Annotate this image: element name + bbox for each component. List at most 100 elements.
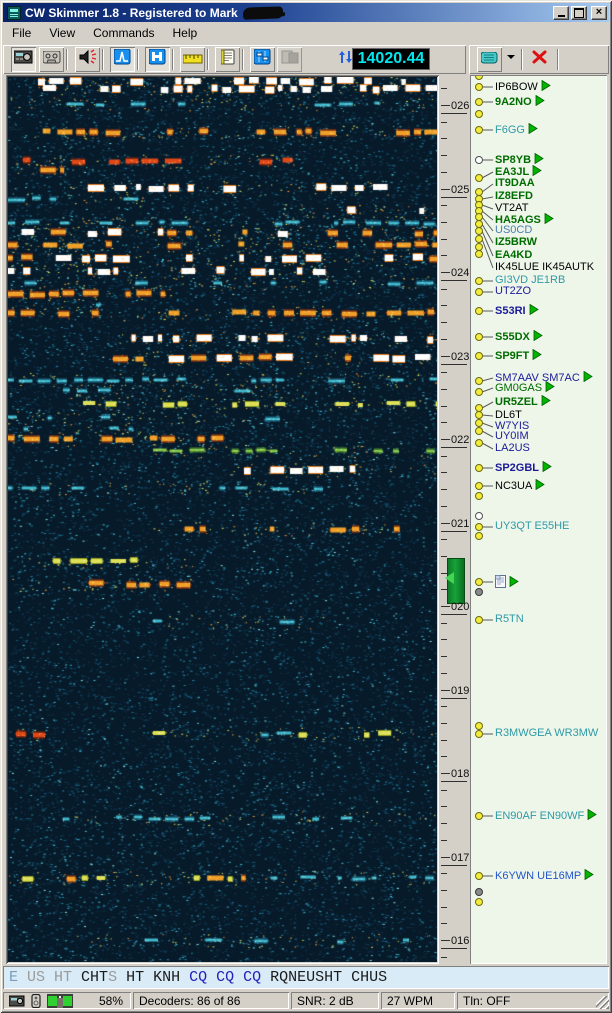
play-arrow-icon[interactable] — [542, 460, 552, 476]
play-arrow-icon[interactable] — [533, 329, 543, 345]
decoded-token: US — [27, 969, 55, 986]
delete-button[interactable] — [527, 47, 552, 72]
station-ip6bow[interactable]: IP6BOW — [495, 79, 551, 95]
play-arrow-icon[interactable] — [541, 79, 551, 95]
scale-minor-tick — [441, 238, 447, 240]
callsign-label: UY3QT E55HE — [495, 520, 570, 532]
scale-minor-tick — [441, 806, 447, 808]
status-cell-wpm: 27 WPM — [381, 992, 455, 1009]
log-button[interactable] — [215, 47, 240, 72]
station-gm0gas[interactable]: GM0GAS — [495, 380, 555, 396]
frequency-updown-icon[interactable] — [337, 49, 352, 70]
station-sp9ft[interactable]: SP9FT — [495, 348, 542, 364]
scale-minor-tick — [441, 656, 447, 658]
play-arrow-icon[interactable] — [529, 303, 539, 319]
scale-minor-tick — [441, 322, 447, 324]
cassette-button[interactable] — [39, 47, 64, 72]
speaker-icon — [79, 49, 97, 70]
app-window: CW Skimmer 1.8 - Registered to Mark × Fi… — [0, 0, 612, 1013]
play-arrow-icon[interactable] — [535, 478, 546, 494]
station-en90af[interactable]: EN90AF EN90WF — [495, 808, 598, 824]
station-r5tn[interactable]: R5TN — [495, 613, 524, 626]
play-arrow-icon[interactable] — [587, 808, 598, 824]
scale-tick-underline — [441, 113, 467, 114]
station-it9daa[interactable]: IT9DAA — [495, 177, 535, 190]
speaker-column-icon — [31, 993, 41, 1009]
maximize-button[interactable] — [571, 5, 587, 20]
menu-file[interactable]: File — [3, 24, 40, 42]
scale-minor-tick — [441, 171, 447, 173]
telnet-dropdown-icon[interactable] — [507, 55, 515, 59]
scale-minor-tick — [441, 489, 447, 491]
scale-label: 017 — [451, 851, 470, 864]
waterfall-display[interactable] — [8, 77, 437, 962]
play-arrow-icon[interactable] — [545, 380, 555, 396]
callsign-label: SP2GBL — [495, 462, 540, 474]
resize-grip[interactable] — [596, 996, 609, 1009]
station-iz5brw[interactable]: IZ5BRW — [495, 236, 537, 249]
station-k6ywn[interactable]: K6YWN UE16MP — [495, 868, 594, 884]
scale-minor-tick — [441, 121, 447, 123]
scale-minor-tick — [441, 622, 447, 624]
station-r3mwgea[interactable]: R3MWGEA WR3MW — [495, 727, 598, 740]
callsign-label: IZ5BRW — [495, 236, 537, 248]
station-ut2zo[interactable]: UT2ZO — [495, 285, 531, 298]
close-button[interactable]: × — [591, 5, 607, 20]
radio-button[interactable] — [11, 47, 36, 72]
station-ur5zel[interactable]: UR5ZEL — [495, 394, 551, 410]
status-cell-decoders: Decoders: 86 of 86 — [133, 992, 289, 1009]
speaker-button[interactable] — [75, 47, 100, 72]
panels-button[interactable] — [277, 47, 302, 72]
spectrum-button[interactable] — [110, 47, 135, 72]
scale-tick-underline — [441, 447, 467, 448]
panels-icon — [281, 49, 299, 70]
scale-label: 021 — [451, 517, 470, 530]
play-arrow-icon[interactable] — [541, 394, 551, 410]
ruler-button[interactable] — [180, 47, 205, 72]
menu-view[interactable]: View — [40, 24, 84, 42]
play-arrow-icon[interactable] — [544, 212, 554, 228]
station-uy3qt[interactable]: UY3QT E55HE — [495, 520, 569, 533]
waterfall-button[interactable] — [145, 47, 170, 72]
menu-commands[interactable]: Commands — [84, 24, 163, 42]
redacted-name — [242, 5, 283, 20]
station-nc3ua[interactable]: NC3UA — [495, 478, 546, 494]
menu-help[interactable]: Help — [164, 24, 207, 42]
decoded-token: CQ — [216, 969, 244, 986]
scale-major-tick — [441, 439, 450, 440]
decoded-token: S — [108, 969, 127, 986]
station-sp2gbl[interactable]: SP2GBL — [495, 460, 552, 476]
scale-major-tick — [441, 522, 450, 524]
callsign-label: IP6BOW — [495, 81, 538, 93]
mixer-button[interactable] — [250, 47, 275, 72]
station-la2us[interactable]: LA2US — [495, 442, 530, 455]
scale-label: 024 — [451, 267, 470, 279]
frequency-display[interactable]: 14020.44 — [352, 48, 430, 70]
play-arrow-icon[interactable] — [584, 868, 594, 884]
station-f6gg[interactable]: F6GG — [495, 122, 538, 138]
minimize-button[interactable] — [553, 5, 569, 20]
scale-minor-tick — [441, 639, 447, 641]
play-arrow-icon[interactable] — [535, 94, 545, 110]
scale-tick-underline — [441, 948, 467, 949]
play-arrow-icon[interactable] — [509, 575, 519, 591]
station-s55dx[interactable]: S55DX — [495, 329, 543, 345]
telnet-button[interactable] — [477, 47, 502, 72]
station-ik45lue[interactable]: IK45LUE IK45AUTK — [495, 261, 594, 274]
play-arrow-icon[interactable] — [583, 370, 593, 386]
scale-minor-tick — [441, 756, 447, 758]
frequency-scale[interactable]: 026 025 024 023 022 021 020 019 018 017 016 — [439, 75, 470, 964]
callsign-label: R3MWGEA WR3MW — [495, 727, 599, 739]
scale-minor-tick — [441, 88, 447, 90]
scale-major-tick — [441, 105, 450, 106]
scale-minor-tick — [441, 472, 447, 474]
station-s53ri[interactable]: S53RI — [495, 303, 539, 319]
toolbar-separator — [66, 49, 68, 70]
play-arrow-icon[interactable] — [528, 122, 538, 138]
play-arrow-icon[interactable] — [532, 348, 542, 364]
scale-major-tick — [441, 355, 450, 357]
scale-label: 020 — [451, 601, 470, 613]
station-note[interactable] — [495, 575, 519, 592]
station-9a2no[interactable]: 9A2NO — [495, 94, 545, 110]
callsign-label: R5TN — [495, 613, 524, 625]
